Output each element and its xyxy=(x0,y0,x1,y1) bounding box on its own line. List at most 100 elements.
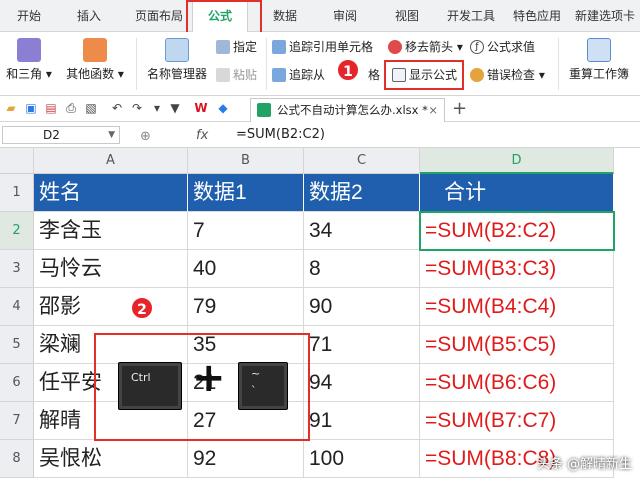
table-cell[interactable]: =SUM(B6:C6) xyxy=(420,364,614,402)
recalculate-label: 重算工作簿 xyxy=(568,67,629,81)
document-tab[interactable]: 公式不自动计算怎么办.xlsx * × xyxy=(250,98,445,122)
wps-logo-icon: W xyxy=(194,101,208,115)
trace-precedents-icon xyxy=(272,39,286,54)
specify-button[interactable]: 指定 xyxy=(216,38,257,55)
trace-dependents-label: 追踪从 xyxy=(289,68,326,82)
specify-icon xyxy=(216,39,230,54)
table-cell[interactable]: 90 xyxy=(304,288,420,326)
table-cell[interactable]: 71 xyxy=(304,326,420,364)
chevron-down-icon[interactable]: ▼ xyxy=(108,127,115,143)
tab-new[interactable]: 新建选项卡 xyxy=(572,0,638,32)
undo-icon[interactable]: ↶ xyxy=(110,101,124,115)
row-header[interactable]: 8 xyxy=(0,440,34,478)
table-cell[interactable]: =SUM(B5:C5) xyxy=(420,326,614,364)
watermark: 头条 @解晴新生 xyxy=(536,457,632,472)
tab-data[interactable]: 数据 xyxy=(262,0,308,32)
column-header-d[interactable]: D xyxy=(420,148,614,174)
select-all-corner[interactable] xyxy=(0,148,34,174)
tab-view[interactable]: 视图 xyxy=(384,0,430,32)
formula-evaluate-label: 公式求值 xyxy=(487,40,536,54)
trace-precedents-label: 追踪引用单元格 xyxy=(289,40,374,54)
paste-label: 粘贴 xyxy=(233,68,258,82)
formula-tab-highlight xyxy=(186,0,262,34)
tab-page-layout[interactable]: 页面布局 xyxy=(128,0,190,32)
print-icon[interactable]: ⎙ xyxy=(64,101,78,115)
tab-home[interactable]: 开始 xyxy=(6,0,52,32)
error-check-label: 错误检查 ▾ xyxy=(487,68,545,82)
formula-input[interactable]: =SUM(B2:C2) xyxy=(236,126,325,144)
tab-developer[interactable]: 开发工具 xyxy=(440,0,502,32)
row-header[interactable]: 1 xyxy=(0,174,34,212)
table-cell[interactable]: =SUM(B4:C4) xyxy=(420,288,614,326)
redo-icon[interactable]: ↷ xyxy=(130,101,144,115)
row-header[interactable]: 4 xyxy=(0,288,34,326)
cube-icon[interactable]: ◆ xyxy=(216,101,230,115)
recalculate-workbook-button[interactable]: 重算工作簿 xyxy=(566,38,632,82)
name-manager-icon xyxy=(165,38,189,62)
row-header[interactable]: 2 xyxy=(0,212,34,250)
paste-icon xyxy=(216,67,230,82)
row-header[interactable]: 6 xyxy=(0,364,34,402)
theta-icon xyxy=(17,38,41,62)
column-header-b[interactable]: B xyxy=(188,148,304,174)
step-badge-1: 1 xyxy=(336,58,360,82)
remove-arrows-icon xyxy=(388,39,402,54)
other-functions-button[interactable]: 其他函数 ▾ xyxy=(62,38,128,82)
error-check-button[interactable]: 错误检查 ▾ xyxy=(470,66,545,83)
active-cell-selection xyxy=(419,211,615,251)
header-cell[interactable]: 姓名 xyxy=(34,174,188,212)
trace-dependents-button[interactable]: 追踪从 xyxy=(272,66,325,83)
table-cell[interactable]: 92 xyxy=(188,440,304,478)
show-formula-highlight xyxy=(384,60,464,90)
row-header[interactable]: 5 xyxy=(0,326,34,364)
name-box[interactable]: D2 ▼ xyxy=(2,126,120,144)
save-icon[interactable]: ▣ xyxy=(24,101,38,115)
table-cell[interactable]: 91 xyxy=(304,402,420,440)
separator xyxy=(266,38,267,90)
row-header[interactable]: 3 xyxy=(0,250,34,288)
ctrl-key: Ctrl xyxy=(118,362,182,410)
tab-insert[interactable]: 插入 xyxy=(66,0,112,32)
header-cell[interactable]: 数据2 xyxy=(304,174,420,212)
table-cell[interactable]: 李含玉 xyxy=(34,212,188,250)
table-cell[interactable]: 邵影 xyxy=(34,288,188,326)
preview-icon[interactable]: ▧ xyxy=(84,101,98,115)
table-cell[interactable]: 8 xyxy=(304,250,420,288)
formula-evaluate-button[interactable]: ƒ 公式求值 xyxy=(470,38,535,55)
new-tab-button[interactable]: + xyxy=(452,98,467,119)
trace-precedents-button[interactable]: 追踪引用单元格 xyxy=(272,38,373,55)
dropdown-arrow-icon[interactable]: ▼ xyxy=(168,101,182,115)
table-cell[interactable]: =SUM(B3:C3) xyxy=(420,250,614,288)
folder-icon[interactable]: ▰ xyxy=(4,101,18,115)
more-icon[interactable]: ▾ xyxy=(150,101,164,115)
column-header-a[interactable]: A xyxy=(34,148,188,174)
column-header-c[interactable]: C xyxy=(304,148,420,174)
function-book-icon xyxy=(83,38,107,62)
error-check-icon xyxy=(470,67,484,82)
row-header[interactable]: 7 xyxy=(0,402,34,440)
name-manager-button[interactable]: 名称管理器 xyxy=(144,38,210,82)
fx-icon[interactable]: fx xyxy=(196,128,208,143)
table-cell[interactable]: 100 xyxy=(304,440,420,478)
header-cell[interactable]: 合计 xyxy=(420,174,614,212)
close-tab-icon[interactable]: × xyxy=(428,99,438,121)
tab-special[interactable]: 特色应用 xyxy=(506,0,568,32)
table-cell[interactable]: 吴恨松 xyxy=(34,440,188,478)
table-cell[interactable]: =SUM(B7:C7) xyxy=(420,402,614,440)
ribbon-panel: 和三角 ▾ 其他函数 ▾ 名称管理器 指定 粘贴 追踪引用单元格 追踪从 格 移… xyxy=(0,32,640,96)
trig-button[interactable]: 和三角 ▾ xyxy=(4,38,54,82)
header-cell[interactable]: 数据1 xyxy=(188,174,304,212)
table-cell[interactable]: 94 xyxy=(304,364,420,402)
pdf-icon[interactable]: ▤ xyxy=(44,101,58,115)
remove-arrows-label: 移去箭头 ▾ xyxy=(405,40,463,54)
table-cell[interactable]: 34 xyxy=(304,212,420,250)
tab-review[interactable]: 审阅 xyxy=(322,0,368,32)
table-cell[interactable]: 7 xyxy=(188,212,304,250)
paste-button[interactable]: 粘贴 xyxy=(216,66,257,83)
table-cell[interactable]: 79 xyxy=(188,288,304,326)
ribbon-tab-bar: 开始 插入 页面布局 公式 数据 审阅 视图 开发工具 特色应用 新建选项卡 xyxy=(0,0,640,33)
remove-arrows-button[interactable]: 移去箭头 ▾ xyxy=(388,38,463,55)
zoom-icon[interactable]: ⊕ xyxy=(140,129,151,144)
table-cell[interactable]: 40 xyxy=(188,250,304,288)
table-cell[interactable]: 马怜云 xyxy=(34,250,188,288)
